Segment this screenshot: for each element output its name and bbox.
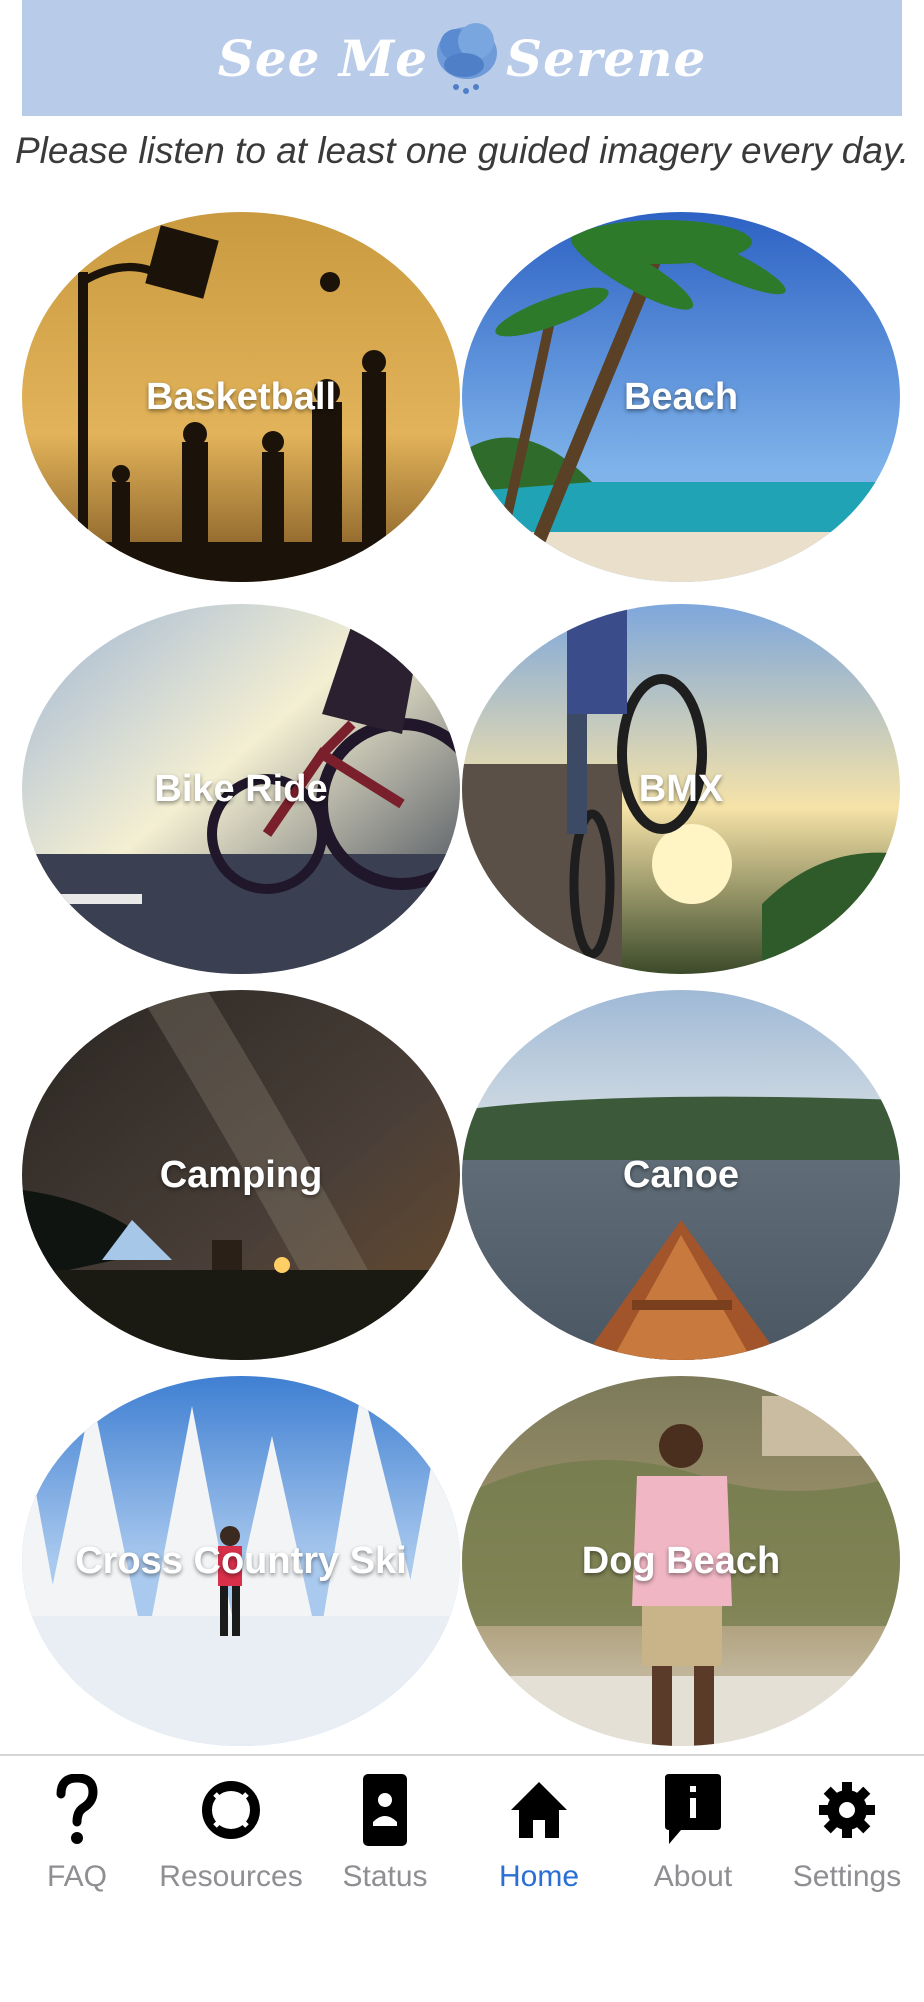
tab-resources[interactable]: Resources — [154, 1756, 308, 1916]
bottom-tab-bar: FAQ Resources Status Home About Settings — [0, 1754, 924, 2002]
tab-label: Resources — [159, 1860, 303, 1893]
tab-faq[interactable]: FAQ — [0, 1756, 154, 1916]
tab-label: FAQ — [46, 1860, 107, 1893]
info-chat-icon — [653, 1770, 733, 1850]
card-label: Canoe — [622, 1153, 740, 1196]
lifebuoy-icon — [191, 1770, 271, 1850]
card-beach[interactable]: Beach — [462, 212, 900, 582]
tab-about[interactable]: About — [616, 1756, 770, 1916]
card-camping[interactable]: Camping — [22, 990, 460, 1360]
card-label: Camping — [159, 1153, 323, 1196]
tab-status[interactable]: Status — [308, 1756, 462, 1916]
gear-icon — [807, 1770, 887, 1850]
cloud-icon — [434, 15, 500, 101]
contact-card-icon — [345, 1770, 425, 1850]
card-canoe[interactable]: Canoe — [462, 990, 900, 1360]
card-dog-beach[interactable]: Dog Beach — [462, 1376, 900, 1746]
home-icon — [499, 1770, 579, 1850]
instruction-text: Please listen to at least one guided ima… — [15, 130, 909, 171]
card-label: Dog Beach — [581, 1539, 781, 1582]
card-bmx[interactable]: BMX — [462, 604, 900, 974]
card-cross-country-ski[interactable]: Cross Country Ski — [22, 1376, 460, 1746]
tab-label: About — [653, 1860, 733, 1893]
tab-home[interactable]: Home — [462, 1756, 616, 1916]
tab-label: Status — [342, 1860, 428, 1893]
question-icon — [37, 1770, 117, 1850]
tab-label: Settings — [792, 1860, 902, 1893]
card-bike-ride[interactable]: Bike Ride — [22, 604, 460, 974]
card-basketball[interactable]: Basketball — [22, 212, 460, 582]
tab-label: Home — [498, 1860, 580, 1893]
logo-text-left: See Me — [217, 28, 429, 88]
card-label: Beach — [623, 375, 739, 418]
card-label: Bike Ride — [154, 767, 328, 810]
logo-text-right: Serene — [506, 28, 707, 88]
tab-settings[interactable]: Settings — [770, 1756, 924, 1916]
card-label: Cross Country Ski — [75, 1539, 407, 1582]
card-label: Basketball — [145, 375, 337, 418]
card-label: BMX — [638, 767, 724, 810]
app-logo: See Me Serene — [218, 15, 707, 101]
app-header: See Me Serene — [22, 0, 902, 116]
